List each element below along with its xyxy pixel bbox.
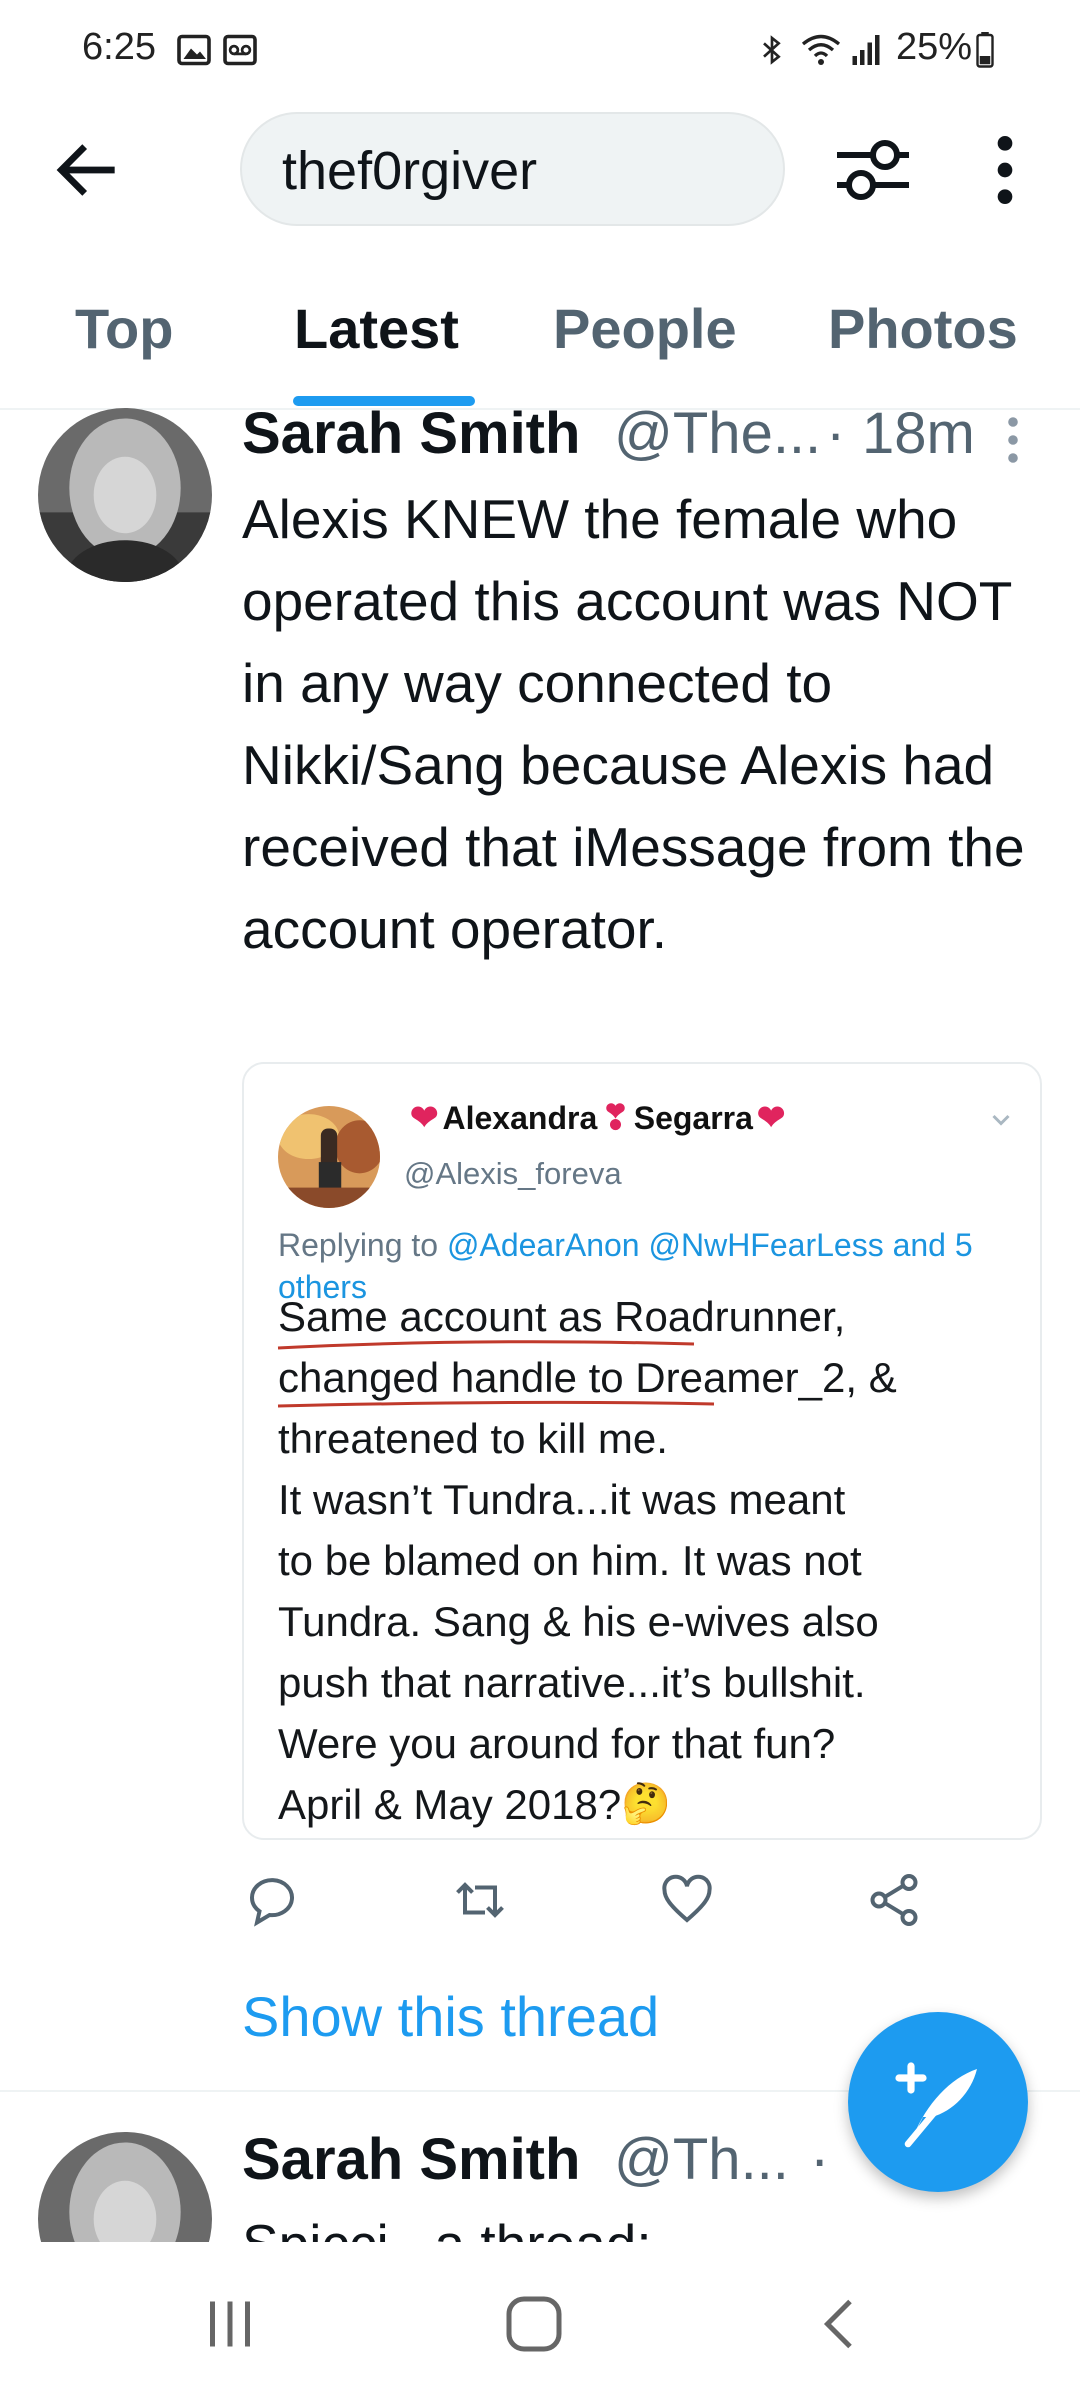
quoted-name-part: Alexandra bbox=[442, 1099, 598, 1136]
replying-prefix: Replying to bbox=[278, 1227, 447, 1263]
compose-feather-icon bbox=[895, 2062, 977, 2148]
back-arrow-icon bbox=[56, 144, 115, 196]
tweet-author-name[interactable]: Sarah Smith bbox=[242, 2126, 580, 2193]
heart-icon: ❤ bbox=[756, 1099, 786, 1137]
tweet-text: Spicci...a thread: bbox=[242, 2204, 652, 2242]
like-button[interactable] bbox=[657, 1870, 717, 1930]
quoted-author-handle: @Alexis_foreva bbox=[404, 1156, 622, 1191]
search-query: thef0rgiver bbox=[282, 141, 538, 201]
signal-icon bbox=[848, 32, 884, 73]
tweet-text: Alexis KNEW the female who operated this… bbox=[242, 488, 1025, 960]
retweet-icon bbox=[456, 1882, 504, 1918]
more-vertical-icon bbox=[1008, 417, 1018, 463]
system-navigation-bar bbox=[0, 2244, 1080, 2400]
quoted-author-name: ❤ Alexandra ❣ Segarra ❤ bbox=[410, 1098, 785, 1138]
tweet-author-handle[interactable]: @The... bbox=[614, 400, 821, 467]
tab-people[interactable]: People bbox=[553, 296, 737, 361]
compose-tweet-button[interactable] bbox=[848, 2012, 1028, 2192]
quoted-avatar bbox=[278, 1106, 380, 1208]
chevron-left-icon bbox=[823, 2299, 852, 2349]
retweet-button[interactable] bbox=[450, 1870, 510, 1930]
tweet-options-button[interactable] bbox=[998, 410, 1028, 470]
search-input[interactable]: thef0rgiver bbox=[240, 112, 785, 226]
quoted-line: April & May 2018? bbox=[278, 1781, 622, 1828]
heart-icon: ❣ bbox=[601, 1099, 630, 1137]
quoted-line: Were you around for that fun? bbox=[278, 1720, 836, 1767]
share-icon bbox=[870, 1874, 918, 1926]
quoted-line: push that narrative...it’s bullshit. bbox=[278, 1659, 866, 1706]
tweet-author-handle[interactable]: @Th... bbox=[614, 2126, 789, 2193]
tab-photos[interactable]: Photos bbox=[828, 296, 1018, 361]
recent-apps-button[interactable] bbox=[200, 2294, 260, 2359]
quoted-last-line: April & May 2018? 🤔 bbox=[278, 1774, 1018, 1835]
filter-icon bbox=[837, 140, 909, 200]
show-thread-link[interactable]: Show this thread bbox=[242, 1984, 659, 2049]
avatar[interactable] bbox=[38, 408, 212, 582]
quoted-line: to be blamed on him. It was not bbox=[278, 1537, 862, 1584]
recent-apps-icon bbox=[210, 2301, 250, 2347]
more-options-button[interactable] bbox=[970, 130, 1040, 210]
battery-percent: 25% bbox=[896, 26, 973, 68]
wifi-icon bbox=[800, 32, 842, 73]
home-icon bbox=[506, 2296, 562, 2352]
home-button[interactable] bbox=[500, 2294, 568, 2359]
back-button[interactable] bbox=[48, 130, 128, 210]
tweet-image-card[interactable]: ❤ Alexandra ❣ Segarra ❤ @Alexis_foreva R… bbox=[242, 1062, 1042, 1840]
avatar[interactable] bbox=[38, 2132, 212, 2242]
tweet-author-name[interactable]: Sarah Smith bbox=[242, 400, 580, 467]
image-icon bbox=[176, 32, 212, 73]
tab-latest[interactable]: Latest bbox=[294, 296, 459, 361]
voicemail-icon bbox=[222, 32, 258, 73]
search-filter-button[interactable] bbox=[828, 130, 918, 210]
red-underline-annotation bbox=[277, 1340, 715, 1408]
heart-icon: ❤ bbox=[410, 1099, 439, 1137]
thinking-emoji-icon: 🤔 bbox=[621, 1782, 671, 1826]
tweet-separator: · bbox=[826, 401, 846, 466]
quoted-name-part: Segarra bbox=[633, 1099, 753, 1136]
bluetooth-icon bbox=[756, 32, 788, 73]
battery-icon bbox=[974, 32, 996, 73]
reply-button[interactable] bbox=[242, 1870, 302, 1930]
tweet-separator: · bbox=[810, 2127, 830, 2192]
back-nav-button[interactable] bbox=[810, 2294, 870, 2359]
reply-icon bbox=[249, 1878, 294, 1927]
tab-top[interactable]: Top bbox=[75, 296, 173, 361]
status-bar: 6:25 25% bbox=[0, 0, 1080, 100]
chevron-down-icon bbox=[986, 1104, 1016, 1134]
quoted-line: It wasn’t Tundra...it was meant bbox=[278, 1476, 846, 1523]
share-button[interactable] bbox=[864, 1870, 924, 1930]
heart-outline-icon bbox=[662, 1874, 712, 1923]
status-time: 6:25 bbox=[82, 26, 156, 68]
tweet-time[interactable]: 18m bbox=[862, 400, 975, 467]
more-vertical-icon bbox=[997, 136, 1013, 204]
quoted-line: Tundra. Sang & his e-wives also bbox=[278, 1598, 879, 1645]
